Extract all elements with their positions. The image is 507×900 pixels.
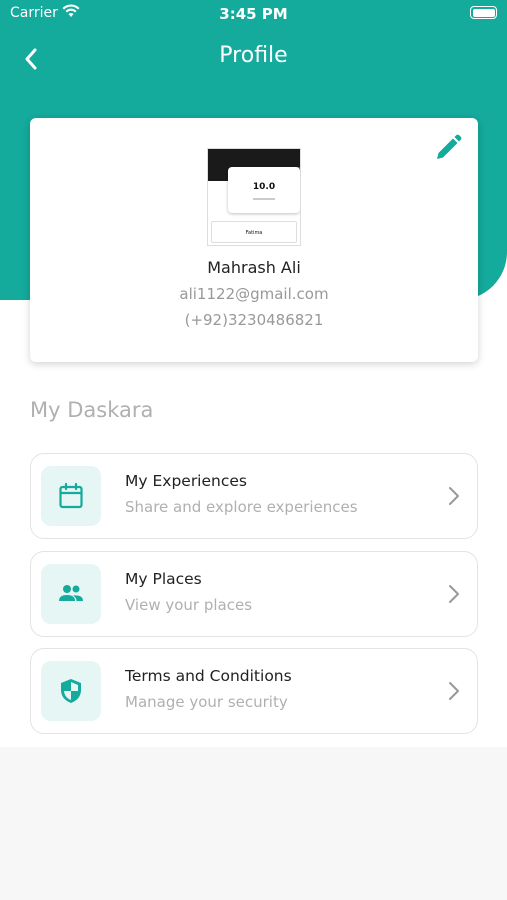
menu-item-subtitle: View your places	[125, 596, 253, 614]
calendar-icon	[41, 466, 101, 526]
status-time: 3:45 PM	[219, 5, 288, 23]
pencil-icon	[437, 134, 462, 159]
menu-item-subtitle: Share and explore experiences	[125, 498, 358, 516]
avatar-name: Fatima	[211, 221, 297, 243]
profile-phone: (+92)3230486821	[184, 311, 324, 329]
avatar: 10.0 Fatima	[207, 148, 301, 246]
page-title: Profile	[219, 43, 288, 68]
menu-item-subtitle: Manage your security	[125, 693, 288, 711]
status-bar: Carrier 3:45 PM	[0, 0, 507, 28]
battery-icon	[470, 6, 497, 19]
edit-profile-button[interactable]	[434, 134, 462, 162]
profile-card: 10.0 Fatima Mahrash Ali ali1122@gmail.co…	[30, 118, 478, 362]
chevron-right-icon	[449, 487, 459, 505]
menu-item-label: My Experiences	[125, 472, 247, 490]
chevron-right-icon	[449, 682, 459, 700]
menu-item-label: My Places	[125, 570, 202, 588]
people-icon	[41, 564, 101, 624]
profile-email: ali1122@gmail.com	[179, 285, 329, 303]
menu-item-my-experiences[interactable]: My Experiences Share and explore experie…	[30, 453, 478, 539]
menu-item-my-places[interactable]: My Places View your places	[30, 551, 478, 637]
menu-item-terms[interactable]: Terms and Conditions Manage your securit…	[30, 648, 478, 734]
avatar-score: 10.0	[252, 182, 276, 192]
profile-name: Mahrash Ali	[207, 258, 301, 277]
section-title: My Daskara	[30, 398, 154, 422]
shield-icon	[41, 661, 101, 721]
chevron-right-icon	[449, 585, 459, 603]
menu-item-label: Terms and Conditions	[125, 667, 292, 685]
